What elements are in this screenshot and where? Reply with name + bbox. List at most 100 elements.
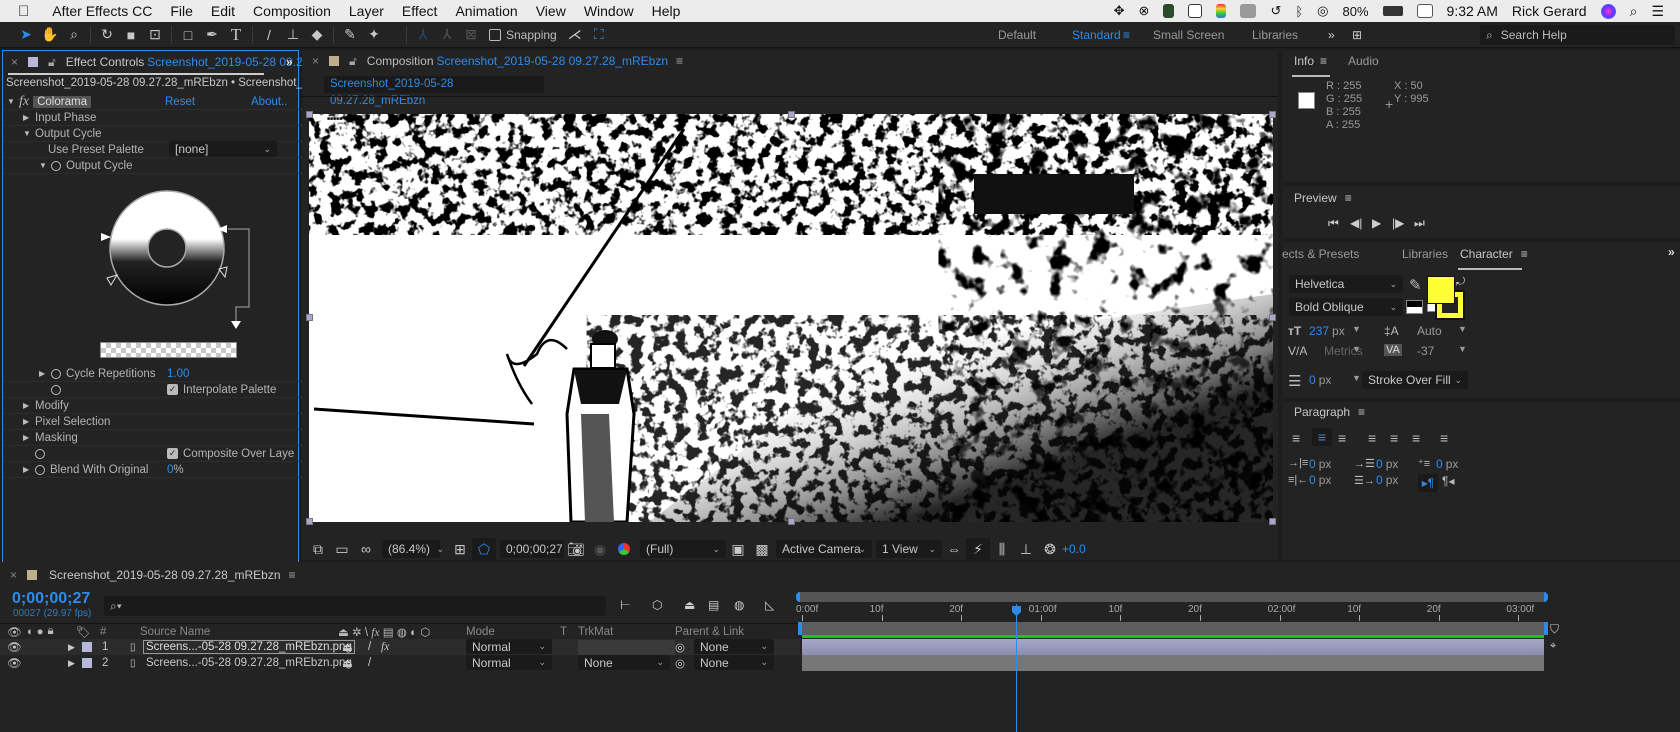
kerning-dropdown-icon[interactable]: ▼: [1352, 344, 1361, 354]
dropbox-icon[interactable]: ✥: [1114, 3, 1125, 19]
workspace-standard[interactable]: Standard: [1072, 22, 1121, 48]
cycle-repetitions-value[interactable]: 1.00: [167, 368, 189, 380]
expand-triangle-icon[interactable]: ▶: [23, 433, 35, 442]
camera-tool-icon[interactable]: ■: [119, 24, 143, 46]
magnification-dropdown[interactable]: (86.4%) ⌄: [382, 540, 444, 558]
time-machine-icon[interactable]: ↺: [1270, 3, 1281, 19]
composition-tab[interactable]: × 🔓︎ Composition Screenshot_2019-05-28 0…: [312, 50, 683, 72]
tracking-dropdown-icon[interactable]: ▼: [1458, 344, 1467, 354]
blend-mode-dropdown[interactable]: Normal ⌄: [466, 639, 552, 654]
play-icon[interactable]: ▶︎: [1372, 216, 1381, 230]
workspace-layout-icon[interactable]: ⊞: [1352, 22, 1362, 48]
disk-icon[interactable]: [1163, 4, 1175, 18]
column-source-name[interactable]: Source Name: [140, 626, 210, 638]
close-icon[interactable]: ×: [11, 55, 18, 69]
menu-app-name[interactable]: After Effects CC: [43, 3, 161, 19]
effect-switch-icon[interactable]: fx: [381, 641, 389, 653]
fx-toggle-icon[interactable]: fx: [19, 94, 29, 110]
type-tool-icon[interactable]: T: [224, 24, 248, 46]
label-tag-icon[interactable]: 🏷︎: [76, 625, 91, 639]
stroke-mode-dropdown[interactable]: Stroke Over Fill ⌄: [1362, 371, 1468, 389]
menu-view[interactable]: View: [527, 3, 575, 19]
stroke-width-field[interactable]: 0 px: [1309, 373, 1331, 387]
apple-menu-icon[interactable]: : [0, 3, 43, 20]
ltr-direction-icon[interactable]: ▸¶: [1418, 474, 1438, 492]
shape-tool-icon[interactable]: □: [176, 24, 200, 46]
hand-tool-icon[interactable]: ✋: [38, 24, 62, 46]
align-left-icon[interactable]: ≡: [1292, 430, 1300, 446]
expand-triangle-icon[interactable]: ▶: [68, 658, 75, 669]
stroke-width-dropdown-icon[interactable]: ▼: [1352, 373, 1361, 383]
tracking-value[interactable]: -37: [1417, 344, 1434, 358]
stopwatch-icon[interactable]: [51, 384, 61, 395]
roto-brush-tool-icon[interactable]: ✎: [338, 24, 362, 46]
video-eye-icon[interactable]: 👁︎: [7, 625, 22, 639]
panel-menu-icon[interactable]: ≡: [1320, 54, 1327, 68]
creative-cloud-icon[interactable]: ⊗: [1139, 3, 1150, 19]
menu-composition[interactable]: Composition: [244, 3, 340, 19]
timeline-icon[interactable]: ⫼: [990, 538, 1014, 560]
transform-handle[interactable]: [306, 314, 313, 321]
swap-colors-icon[interactable]: ⤾: [1456, 276, 1465, 289]
timeline-search-input[interactable]: ⌕▾: [104, 596, 606, 616]
monitor-icon[interactable]: ▭: [330, 538, 354, 560]
selection-tool-icon[interactable]: ➤: [14, 24, 38, 46]
layer-name[interactable]: Screens...-05-28 09.27.28_mREbzn.png: [143, 640, 355, 654]
brush-tool-icon[interactable]: /: [257, 24, 281, 46]
trkmat-dropdown[interactable]: None ⌄: [578, 655, 670, 670]
comp-flowchart-tab[interactable]: Screenshot_2019-05-28 09.27.28_mREbzn: [324, 76, 544, 107]
workspace-libraries[interactable]: Libraries: [1252, 22, 1298, 48]
audio-speaker-icon[interactable]: ◖: [26, 626, 33, 638]
draft-3d-icon[interactable]: ⬡: [652, 598, 662, 612]
display-icon[interactable]: [1240, 4, 1257, 18]
quality-switch-icon[interactable]: /: [368, 657, 371, 669]
layer-row[interactable]: 👁︎ ▶ 2 ▯ Screens...-05-28 09.27.28_mREbz…: [0, 655, 800, 671]
close-icon[interactable]: ×: [312, 54, 319, 68]
activity-icon[interactable]: [1188, 4, 1203, 18]
black-white-swatch[interactable]: [1406, 300, 1423, 314]
zoom-tool-icon[interactable]: ⌕: [62, 24, 86, 46]
property-pixel-selection[interactable]: ▶ Pixel Selection: [3, 414, 303, 430]
menu-animation[interactable]: Animation: [446, 3, 526, 19]
effect-controls-tab[interactable]: × 🔓︎ Effect Controls Screenshot_2019-05-…: [11, 51, 309, 73]
stopwatch-icon[interactable]: [51, 368, 61, 379]
menu-file[interactable]: File: [161, 3, 202, 19]
font-size-field[interactable]: 237 px: [1309, 324, 1345, 338]
indent-right-field[interactable]: 0 px: [1309, 473, 1331, 487]
spotlight-search-icon[interactable]: ⌕: [1630, 3, 1638, 20]
transform-handle[interactable]: [1269, 111, 1276, 118]
toggle-pixel-aspect-icon[interactable]: ⇔: [942, 538, 966, 560]
expand-triangle-icon[interactable]: ▶: [39, 369, 51, 378]
audio-tab[interactable]: Audio: [1348, 54, 1379, 68]
workspace-small-screen[interactable]: Small Screen: [1153, 22, 1224, 48]
sync-icon[interactable]: ◎: [1317, 3, 1328, 19]
always-preview-icon[interactable]: ⧉: [306, 538, 330, 560]
view-layout-dropdown[interactable]: 1 View ⌄: [876, 540, 942, 558]
composite-over-layer-checkbox[interactable]: ✓: [167, 448, 178, 459]
fast-previews-icon[interactable]: ⚡︎: [966, 538, 990, 560]
exposure-reset-icon[interactable]: ❂: [1038, 538, 1062, 560]
column-trkmat[interactable]: TrkMat: [578, 626, 613, 638]
indent-left-field[interactable]: 0 px: [1309, 457, 1331, 471]
font-size-dropdown-icon[interactable]: ▼: [1352, 324, 1361, 334]
stopwatch-icon[interactable]: [35, 448, 45, 459]
leading-value[interactable]: Auto: [1417, 324, 1442, 338]
column-mode[interactable]: Mode: [466, 626, 495, 638]
font-style-dropdown[interactable]: Bold Oblique ⌄: [1289, 298, 1403, 316]
clock[interactable]: 9:32 AM: [1447, 3, 1498, 19]
lock-icon[interactable]: 🔓︎: [48, 55, 56, 70]
snapping-checkbox[interactable]: [489, 28, 501, 41]
graph-editor-icon[interactable]: ◺: [765, 598, 774, 612]
pan-behind-tool-icon[interactable]: ⊡: [143, 24, 167, 46]
comp-marker-bin-icon[interactable]: ⛉: [1550, 622, 1559, 637]
layer-name[interactable]: Screens...-05-28 09.27.28_mREbzn.png: [146, 657, 352, 669]
last-frame-icon[interactable]: ⏭: [1414, 216, 1425, 231]
menu-layer[interactable]: Layer: [340, 3, 393, 19]
notification-center-icon[interactable]: ☰: [1651, 3, 1664, 20]
solo-icon[interactable]: ●: [37, 626, 44, 638]
collapse-triangle-icon[interactable]: ▼: [23, 129, 35, 138]
snapping-toggle[interactable]: Snapping: [489, 28, 557, 42]
collapse-triangle-icon[interactable]: ▼: [39, 161, 51, 170]
layer-label-color[interactable]: [82, 642, 92, 652]
info-tab[interactable]: Info ≡: [1294, 54, 1327, 68]
